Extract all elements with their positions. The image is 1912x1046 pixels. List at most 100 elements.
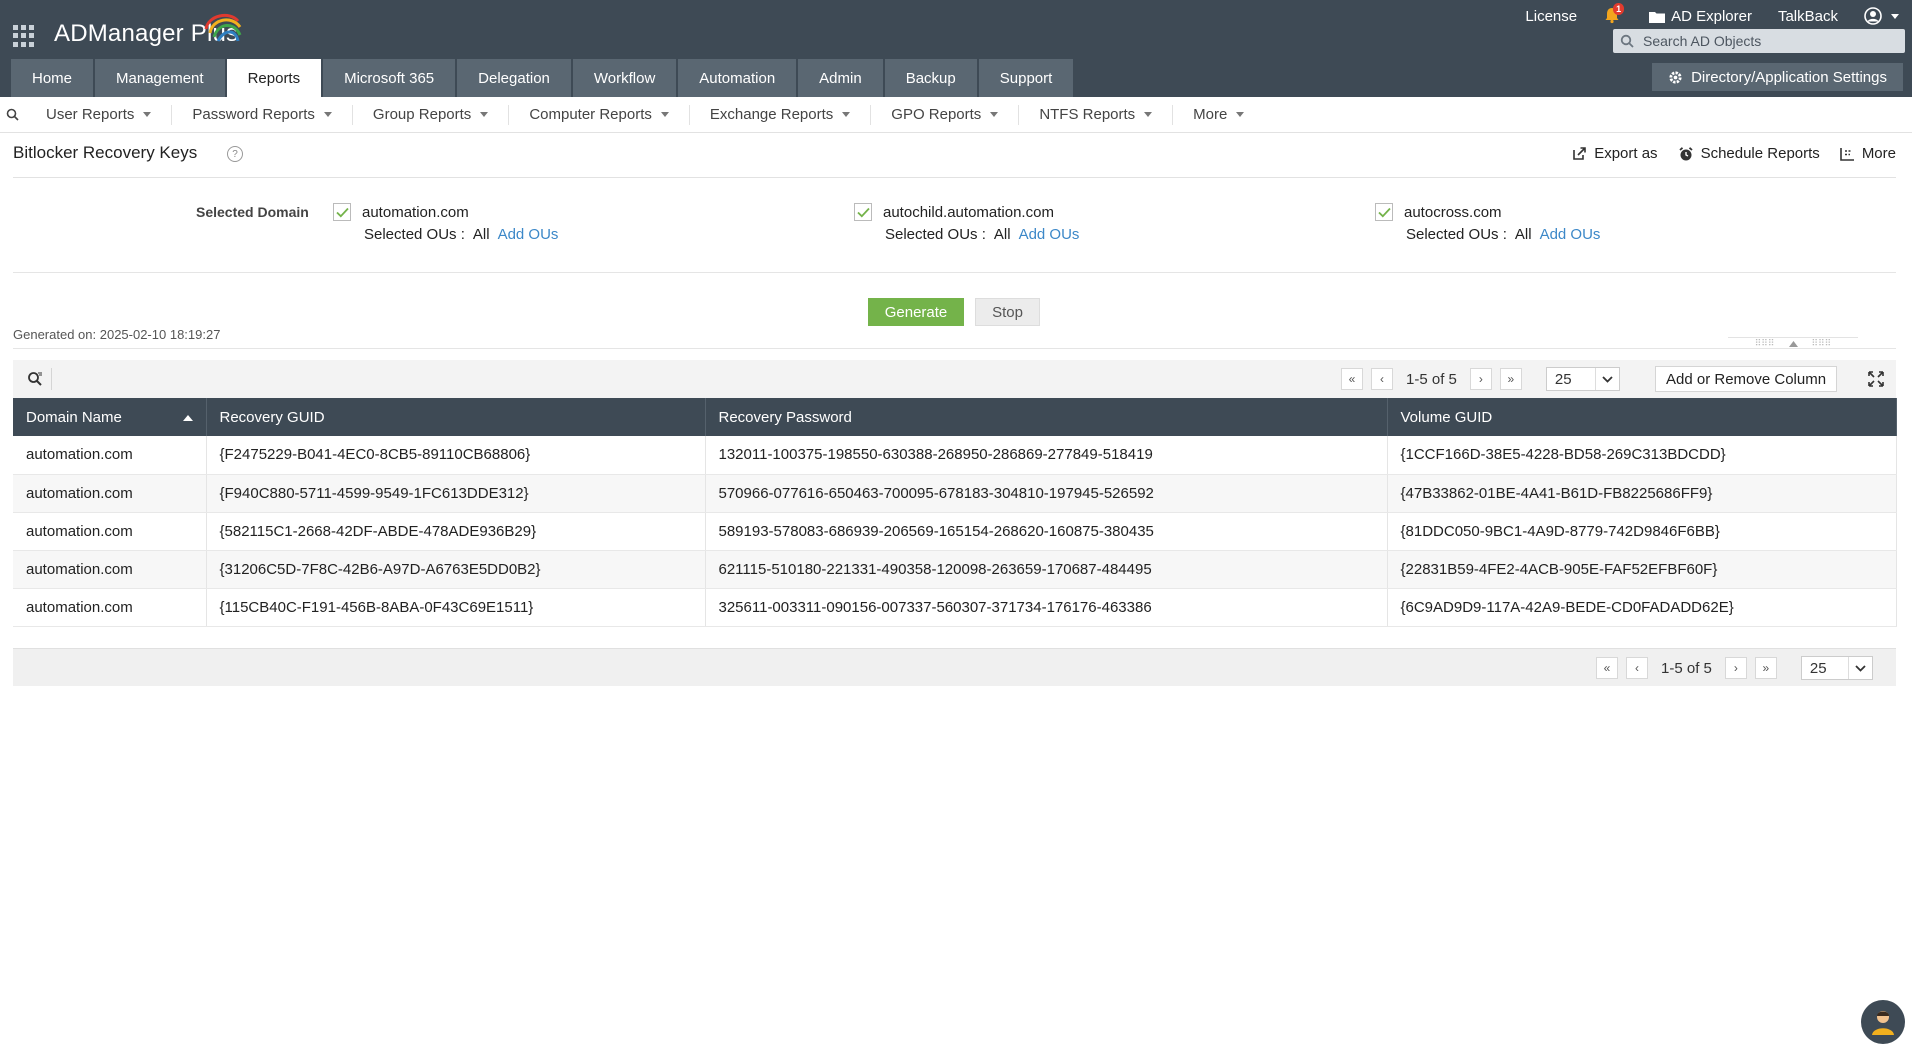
ad-explorer-label: AD Explorer <box>1671 7 1752 25</box>
first-page-button[interactable]: « <box>1341 368 1363 390</box>
tab-admin[interactable]: Admin <box>798 59 883 97</box>
alarm-clock-icon <box>1678 146 1693 160</box>
report-table: Domain Name Recovery GUID Recovery Passw… <box>13 398 1897 627</box>
directory-settings-button[interactable]: Directory/Application Settings <box>1652 63 1903 91</box>
next-page-button[interactable]: › <box>1469 368 1492 390</box>
last-page-button[interactable]: » <box>1499 368 1522 390</box>
table-row[interactable]: automation.com {115CB40C-F191-456B-8ABA-… <box>13 588 1897 627</box>
license-link[interactable]: License <box>1512 8 1590 25</box>
table-row[interactable]: automation.com {F940C880-5711-4599-9549-… <box>13 474 1897 513</box>
search-ad-objects-input[interactable] <box>1643 33 1898 49</box>
add-remove-column-button[interactable]: Add or Remove Column <box>1655 366 1838 392</box>
gear-icon <box>1669 70 1682 84</box>
domain-option: autocross.com Selected OUs : All Add OUs <box>1375 203 1600 243</box>
tab-microsoft-365[interactable]: Microsoft 365 <box>323 59 456 97</box>
stop-button[interactable]: Stop <box>975 298 1040 326</box>
user-menu[interactable] <box>1851 7 1912 25</box>
chevron-down-icon <box>480 112 489 117</box>
subnav-more[interactable]: More <box>1173 105 1264 125</box>
cell-domain-name: automation.com <box>13 474 207 513</box>
pager-text: 1-5 of 5 <box>1406 370 1457 388</box>
column-header-recovery-guid[interactable]: Recovery GUID <box>206 398 706 436</box>
support-chat-avatar-icon[interactable] <box>1861 1000 1905 1044</box>
notifications-button[interactable]: 1 <box>1590 3 1636 26</box>
next-page-button[interactable]: › <box>1724 657 1747 679</box>
subnav-group-reports[interactable]: Group Reports <box>353 104 510 125</box>
generate-button[interactable]: Generate <box>868 298 964 326</box>
table-row[interactable]: automation.com {582115C1-2668-42DF-ABDE-… <box>13 512 1897 551</box>
schedule-reports-button[interactable]: Schedule Reports <box>1678 145 1820 162</box>
checkmark-icon <box>856 207 870 217</box>
subnav-exchange-reports[interactable]: Exchange Reports <box>690 104 872 125</box>
subnav-label: NTFS Reports <box>1039 106 1136 123</box>
tab-backup[interactable]: Backup <box>884 59 977 97</box>
table-row[interactable]: automation.com {F2475229-B041-4EC0-8CB5-… <box>13 436 1897 475</box>
column-header-recovery-password[interactable]: Recovery Password <box>705 398 1388 436</box>
table-row[interactable]: automation.com {31206C5D-7F8C-42B6-A97D-… <box>13 550 1897 589</box>
subnav-label: GPO Reports <box>891 106 982 123</box>
folder-icon <box>1649 11 1666 23</box>
user-avatar-icon <box>1864 7 1882 25</box>
subnav-user-reports[interactable]: User Reports <box>26 104 173 125</box>
logo-swirl-icon <box>204 13 242 42</box>
first-page-button[interactable]: « <box>1596 657 1618 679</box>
cell-recovery-guid: {F940C880-5711-4599-9549-1FC613DDE312} <box>206 474 706 513</box>
cell-domain-name: automation.com <box>13 550 207 589</box>
cell-recovery-guid: {582115C1-2668-42DF-ABDE-478ADE936B29} <box>206 512 706 551</box>
cell-recovery-guid: {F2475229-B041-4EC0-8CB5-89110CB68806} <box>206 436 706 475</box>
talkback-link[interactable]: TalkBack <box>1765 8 1851 25</box>
add-ous-link[interactable]: Add OUs <box>1540 226 1601 243</box>
tab-management[interactable]: Management <box>95 59 225 97</box>
tab-automation[interactable]: Automation <box>678 59 797 97</box>
tab-delegation[interactable]: Delegation <box>457 59 571 97</box>
sort-ascending-icon <box>182 414 193 421</box>
cell-recovery-password: 621115-510180-221331-490358-120098-26365… <box>705 550 1388 589</box>
tab-support[interactable]: Support <box>978 59 1074 97</box>
app-launcher-icon[interactable] <box>13 25 35 47</box>
domain-name: autochild.automation.com <box>883 203 1054 221</box>
page-size-select[interactable]: 25 <box>1545 367 1620 391</box>
reports-subnav: User Reports Password Reports Group Repo… <box>0 97 1912 133</box>
domain-checkbox[interactable] <box>333 203 351 221</box>
directory-settings-label: Directory/Application Settings <box>1691 68 1887 86</box>
tab-workflow[interactable]: Workflow <box>572 59 677 97</box>
tab-reports[interactable]: Reports <box>226 59 322 97</box>
cell-recovery-guid: {31206C5D-7F8C-42B6-A97D-A6763E5DD0B2} <box>206 550 706 589</box>
column-header-domain-name[interactable]: Domain Name <box>13 398 207 436</box>
subnav-label: More <box>1193 106 1228 123</box>
more-actions-button[interactable]: More <box>1840 145 1896 162</box>
page-size-select[interactable]: 25 <box>1800 656 1873 680</box>
main-tabs: Home Management Reports Microsoft 365 De… <box>11 59 1075 97</box>
add-ous-link[interactable]: Add OUs <box>1019 226 1080 243</box>
more-options-icon <box>1840 147 1854 161</box>
export-as-label: Export as <box>1594 145 1658 162</box>
fullscreen-icon[interactable] <box>1866 369 1886 389</box>
reports-search-icon[interactable] <box>0 108 26 122</box>
tab-home[interactable]: Home <box>11 59 94 97</box>
help-icon[interactable]: ? <box>227 146 243 162</box>
prev-page-button[interactable]: ‹ <box>1371 368 1393 390</box>
subnav-password-reports[interactable]: Password Reports <box>172 104 353 125</box>
domain-checkbox[interactable] <box>1375 203 1393 221</box>
subnav-gpo-reports[interactable]: GPO Reports <box>871 104 1020 125</box>
export-as-button[interactable]: Export as <box>1572 145 1658 162</box>
add-ous-link[interactable]: Add OUs <box>498 226 559 243</box>
chevron-down-icon <box>323 112 332 117</box>
prev-page-button[interactable]: ‹ <box>1626 657 1648 679</box>
domain-option: autochild.automation.com Selected OUs : … <box>854 203 1079 243</box>
bell-icon: 1 <box>1603 3 1625 26</box>
last-page-button[interactable]: » <box>1754 657 1777 679</box>
chevron-down-icon <box>1594 368 1619 390</box>
column-header-volume-guid[interactable]: Volume GUID <box>1387 398 1897 436</box>
chevron-down-icon <box>1847 657 1872 679</box>
cell-volume-guid: {22831B59-4FE2-4ACB-905E-FAF52EFBF60F} <box>1387 550 1897 589</box>
top-header: ADManager Plus License 1 AD Explorer Tal… <box>0 0 1912 97</box>
domain-option: automation.com Selected OUs : All Add OU… <box>333 203 558 243</box>
chevron-down-icon <box>1144 112 1153 117</box>
subnav-ntfs-reports[interactable]: NTFS Reports <box>1019 104 1174 125</box>
grid-search-icon[interactable] <box>18 368 52 390</box>
cell-recovery-password: 570966-077616-650463-700095-678183-30481… <box>705 474 1388 513</box>
domain-checkbox[interactable] <box>854 203 872 221</box>
ad-explorer-link[interactable]: AD Explorer <box>1636 8 1765 25</box>
subnav-computer-reports[interactable]: Computer Reports <box>509 104 690 125</box>
